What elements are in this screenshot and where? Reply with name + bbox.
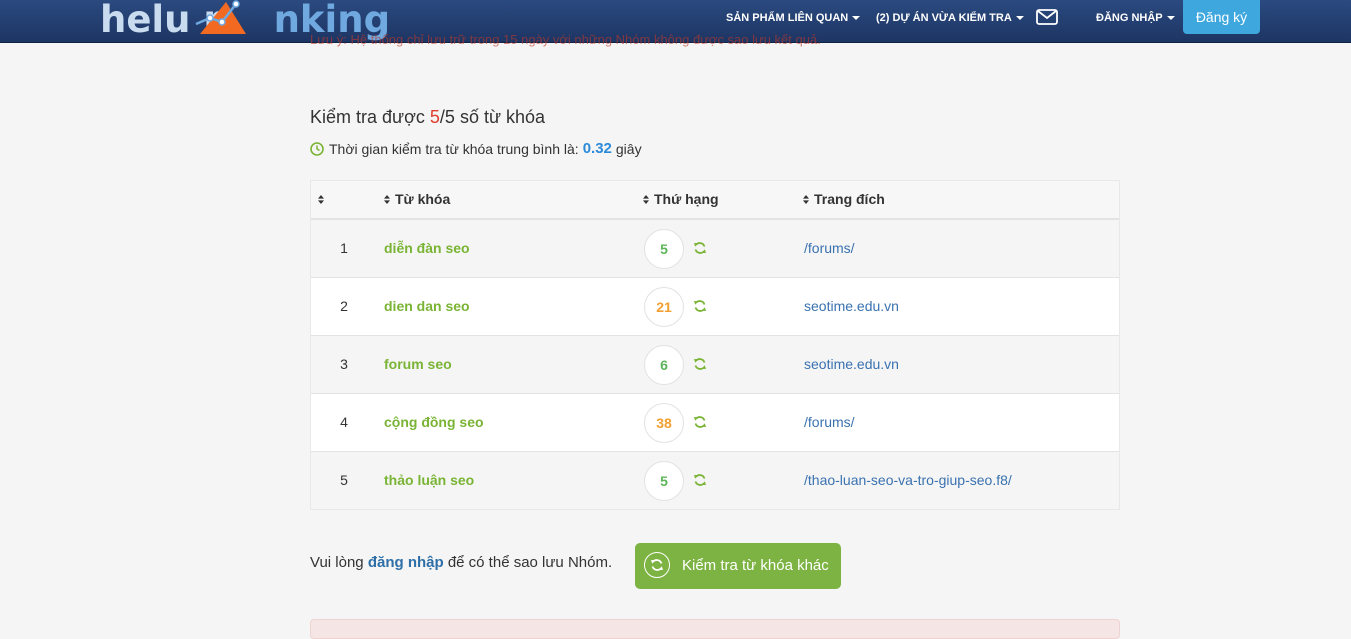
row-index: 4: [340, 414, 348, 430]
checked-count: 5: [429, 107, 440, 127]
sort-icon: [318, 194, 324, 204]
login-to-save-note: Vui lòng đăng nhập để có thể sao lưu Nhó…: [310, 554, 613, 571]
sort-icon: [384, 194, 390, 204]
caret-down-icon: [1015, 16, 1024, 21]
rank-badge: 5: [644, 229, 684, 269]
destination-link[interactable]: seotime.edu.vn: [804, 278, 899, 335]
refresh-icon[interactable]: [693, 357, 707, 371]
total-count: 5: [444, 107, 455, 127]
table-header: Từ khóa Thứ hạng Trang đích: [311, 181, 1119, 220]
keyword-link[interactable]: cộng đồng seo: [384, 394, 484, 451]
destination-link[interactable]: /forums/: [804, 394, 855, 451]
sort-icon: [643, 194, 649, 204]
keyword-link[interactable]: thảo luận seo: [384, 452, 474, 509]
keyword-link[interactable]: dien dan seo: [384, 278, 470, 335]
row-index: 2: [340, 298, 348, 314]
logo-triangle-icon: [195, 0, 246, 34]
table-row: 5 thảo luận seo 5 /thao-luan-seo-va-tro-…: [311, 452, 1119, 509]
keyword-link[interactable]: diễn đàn seo: [384, 220, 470, 277]
rank-badge: 6: [644, 345, 684, 385]
table-row: 4 cộng đồng seo 38 /forums/: [311, 394, 1119, 452]
destination-link[interactable]: /forums/: [804, 220, 855, 277]
signup-button[interactable]: Đăng ký: [1183, 0, 1260, 34]
rank-badge: 38: [644, 403, 684, 443]
logo[interactable]: helu r nking: [100, 0, 390, 43]
row-index: 1: [340, 240, 348, 256]
refresh-icon[interactable]: [693, 299, 707, 313]
row-index: 3: [340, 356, 348, 372]
envelope-icon[interactable]: [1036, 9, 1058, 25]
refresh-circle-icon: [644, 552, 670, 578]
nav-products-dropdown[interactable]: SẢN PHẨM LIÊN QUAN: [726, 0, 861, 36]
sort-icon: [803, 194, 809, 204]
keyword-link[interactable]: forum seo: [384, 336, 452, 393]
keyword-ranking-table: Từ khóa Thứ hạng Trang đích 1 diễn đàn s…: [310, 180, 1120, 510]
average-time-line: Thời gian kiểm tra từ khóa trung bình là…: [310, 140, 642, 157]
refresh-icon[interactable]: [693, 241, 707, 255]
column-header-index[interactable]: [318, 181, 329, 218]
column-header-destination[interactable]: Trang đích: [803, 181, 885, 218]
refresh-icon[interactable]: [693, 473, 707, 487]
average-time-value: 0.32: [582, 140, 612, 157]
alert-box: [310, 619, 1120, 639]
check-summary-heading: Kiểm tra được 5/5 số từ khóa: [310, 107, 546, 127]
refresh-icon[interactable]: [693, 415, 707, 429]
storage-notice: Lưu ý: Hệ thống chỉ lưu trữ trong 15 ngà…: [310, 32, 821, 47]
nav-login-dropdown[interactable]: ĐĂNG NHẬP: [1096, 0, 1175, 36]
table-row: 3 forum seo 6 seotime.edu.vn: [311, 336, 1119, 394]
login-link[interactable]: đăng nhập: [368, 554, 444, 571]
column-header-keyword[interactable]: Từ khóa: [384, 181, 450, 218]
clock-icon: [310, 141, 324, 156]
check-other-keywords-button[interactable]: Kiểm tra từ khóa khác: [635, 543, 841, 589]
column-header-rank[interactable]: Thứ hạng: [643, 181, 719, 218]
caret-down-icon: [1166, 16, 1175, 21]
check-button-label: Kiểm tra từ khóa khác: [682, 557, 829, 574]
row-index: 5: [340, 472, 348, 488]
nav-recent-projects-dropdown[interactable]: (2) DỰ ÁN VỪA KIỂM TRA: [876, 0, 1024, 36]
destination-link[interactable]: seotime.edu.vn: [804, 336, 899, 393]
table-row: 1 diễn đàn seo 5 /forums/: [311, 220, 1119, 278]
caret-down-icon: [852, 16, 861, 21]
rank-badge: 5: [644, 461, 684, 501]
table-body: 1 diễn đàn seo 5 /forums/ 2 dien dan seo…: [311, 220, 1119, 509]
table-row: 2 dien dan seo 21 seotime.edu.vn: [311, 278, 1119, 336]
rank-badge: 21: [644, 287, 684, 327]
destination-link[interactable]: /thao-luan-seo-va-tro-giup-seo.f8/: [804, 452, 1012, 509]
